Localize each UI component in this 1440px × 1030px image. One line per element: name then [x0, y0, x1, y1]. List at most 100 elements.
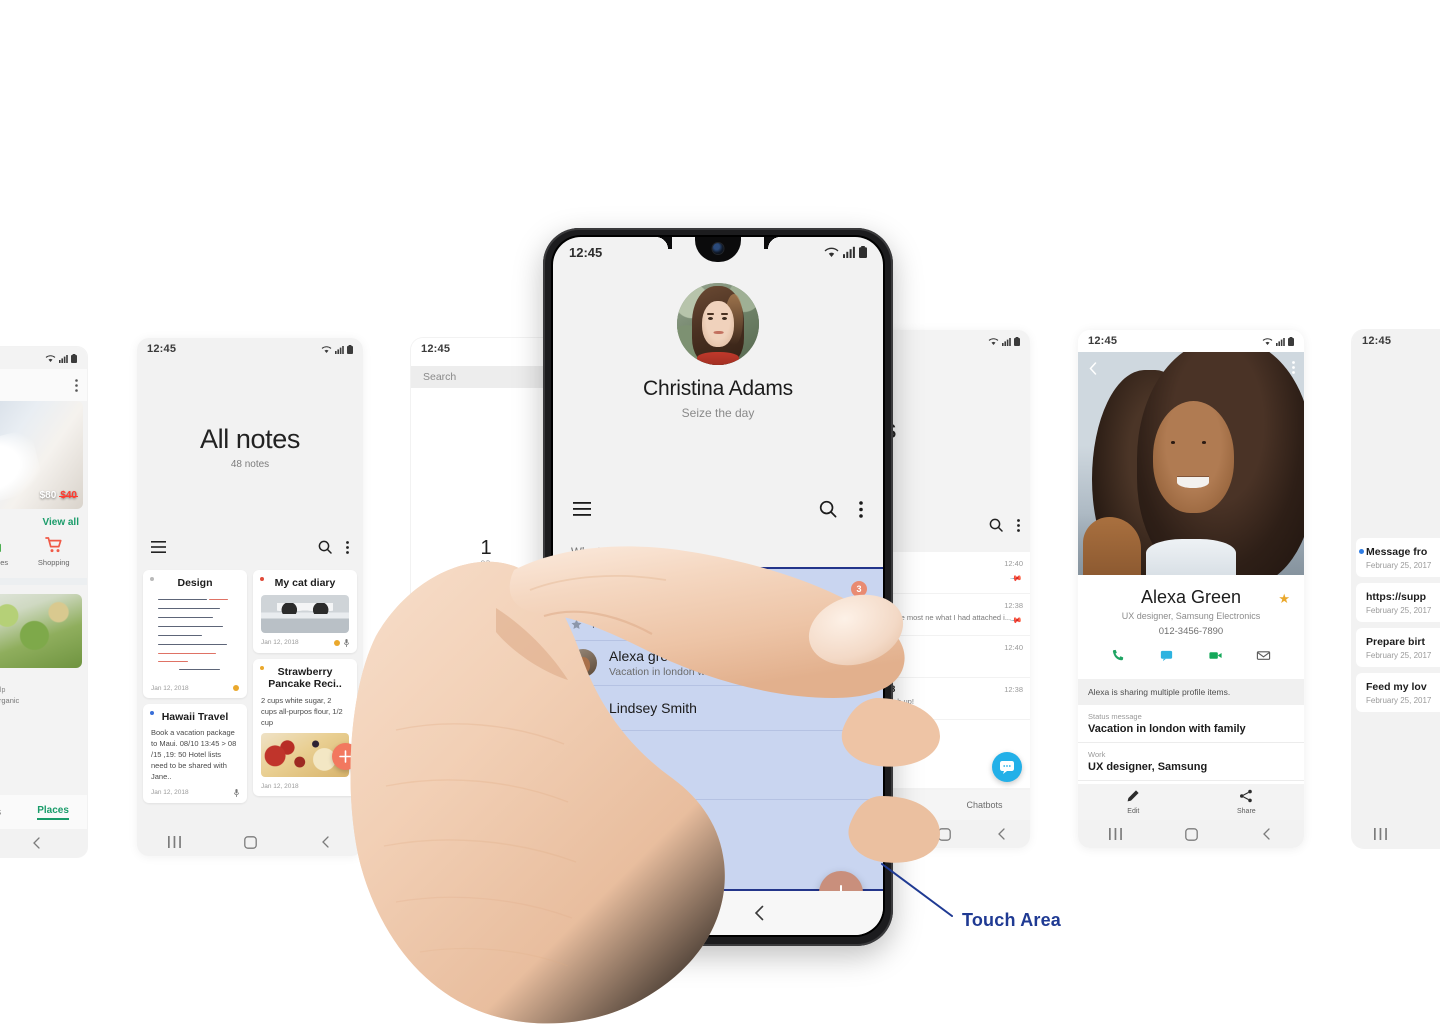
avatar[interactable]: [677, 283, 759, 365]
update-row[interactable]: Ahn martin and 2 more 3: [553, 569, 883, 609]
price-current: $80: [39, 490, 57, 501]
button-label: Edit: [1127, 808, 1140, 815]
recents-bars-icon[interactable]: [168, 836, 182, 848]
hamburger-menu-icon[interactable]: [151, 541, 166, 553]
new-message-fab[interactable]: [992, 752, 1022, 782]
sharing-note: Alexa is sharing multiple profile items.: [1078, 679, 1304, 705]
note-card[interactable]: My cat diary Jan 12, 2018: [253, 570, 357, 653]
reminder-item[interactable]: Prepare birt February 25, 2017: [1356, 628, 1440, 667]
more-vertical-icon[interactable]: [1017, 518, 1020, 532]
back-chevron-icon[interactable]: [996, 828, 1008, 840]
list-item[interactable]: Agatha: [553, 755, 883, 800]
restaurant-info[interactable]: en Pot (17) on Yelp n / $$ / Organic: [0, 668, 87, 705]
tab-contacts[interactable]: tacts: [0, 807, 1, 818]
shortcut-label: me ices: [0, 558, 9, 567]
handwriting-preview: [151, 595, 239, 679]
dialpad-key[interactable]: 1 QD: [411, 538, 561, 567]
chat-bubble-icon: [1000, 761, 1014, 774]
reminder-item[interactable]: https://supp February 25, 2017: [1356, 583, 1440, 622]
contact-field[interactable]: Work UX designer, Samsung: [1078, 743, 1304, 781]
list-item[interactable]: Alexa green Vacation in london with fami…: [553, 641, 883, 686]
back-chevron-icon[interactable]: [1261, 828, 1273, 840]
note-color-dot: [150, 710, 154, 715]
avatar-agatha: [569, 763, 597, 791]
wifi-icon: [45, 354, 56, 362]
back-chevron-icon[interactable]: [320, 836, 332, 848]
note-card[interactable]: Strawberry Pancake Reci.. 2 cups white s…: [253, 658, 359, 797]
more-vertical-icon[interactable]: [346, 540, 349, 554]
contact-statusbar: 12:45: [1078, 330, 1304, 352]
search-icon[interactable]: [318, 540, 332, 554]
list-item[interactable]: Lindsey Smith: [553, 686, 883, 731]
note-body: 2 cups white sugar, 2 cups all-purpos fl…: [261, 695, 343, 727]
reminder-date: February 25, 2017: [1366, 651, 1432, 660]
statusbar-icons: [45, 353, 77, 363]
home-square-icon[interactable]: [244, 835, 257, 849]
hamburger-menu-icon[interactable]: [573, 502, 591, 516]
recents-bars-icon[interactable]: [1374, 828, 1388, 840]
home-square-icon[interactable]: [938, 827, 951, 841]
dialpad: 1 QD 4 GHI: [411, 538, 561, 684]
home-square-icon[interactable]: [1185, 827, 1198, 841]
contact-bottom-bar: Edit Share: [1078, 784, 1304, 820]
section-whats-new: What's new: [571, 547, 631, 559]
recents-bars-icon[interactable]: [1109, 828, 1123, 840]
message-time: 12:40: [1004, 643, 1023, 652]
phone-call-icon[interactable]: [1111, 648, 1126, 668]
note-card[interactable]: Design Jan 12, 2018: [143, 570, 247, 698]
button-label: Share: [1236, 808, 1256, 815]
home-square-icon[interactable]: [668, 904, 687, 922]
dialer-screen: 12:45 Search 1 QD 4 GHI: [411, 338, 561, 848]
view-all-link[interactable]: View all: [0, 509, 87, 532]
contact-name-block: Alexa Green UX designer, Samsung Electro…: [1078, 587, 1304, 637]
shopping-tabs: tacts Places: [0, 795, 87, 829]
more-button[interactable]: [1292, 361, 1295, 379]
product-hero-image: $80 $40: [0, 401, 83, 509]
note-meta: Jan 12, 2018: [261, 638, 349, 647]
message-time: 12:40: [1004, 559, 1023, 568]
tab-chatbots[interactable]: Chatbots: [966, 800, 1002, 810]
star-filled-icon[interactable]: ★: [1278, 591, 1290, 607]
search-icon[interactable]: [819, 500, 837, 518]
dialer-statusbar: 12:45: [411, 338, 561, 360]
microphone-icon: [344, 638, 349, 647]
shopping-cart-icon: [31, 534, 77, 556]
back-chevron-icon[interactable]: [31, 837, 43, 849]
edit-button[interactable]: Edit: [1126, 789, 1140, 815]
scene-root: $80 $40 View all me ices: [0, 0, 1440, 1024]
shortcut-home-services[interactable]: me ices: [0, 534, 18, 568]
favorites-label: Favorites: [592, 618, 640, 631]
contact-name: Lindsey Smith: [609, 700, 697, 716]
shopping-card: $80 $40 View all me ices: [0, 401, 87, 705]
page-title: Christina Adams: [643, 377, 793, 400]
notes-column-right: My cat diary Jan 12, 2018 Strawberry Pan…: [253, 570, 359, 828]
search-input[interactable]: Search: [411, 366, 561, 388]
back-chevron-icon[interactable]: [752, 905, 768, 921]
contact-status: Vacation in london with family: [609, 666, 747, 678]
field-label: Work: [1088, 750, 1106, 759]
reminder-item[interactable]: Message fro February 25, 2017: [1356, 538, 1440, 577]
note-icons: [233, 685, 239, 692]
message-bubble-icon[interactable]: [1159, 648, 1174, 668]
avatar-lindsey: [569, 694, 597, 722]
contact-field[interactable]: Status message Vacation in london with f…: [1078, 705, 1304, 743]
back-button[interactable]: [1087, 362, 1100, 380]
more-vertical-icon: [1292, 361, 1295, 374]
reminder-item[interactable]: Feed my lov February 25, 2017: [1356, 673, 1440, 712]
dialpad-key[interactable]: 4 GHI: [411, 611, 561, 640]
more-vertical-icon[interactable]: [859, 500, 863, 518]
video-camera-icon[interactable]: [1208, 648, 1223, 668]
statusbar-icons: [321, 344, 353, 354]
tab-places[interactable]: Places: [37, 805, 69, 820]
note-card[interactable]: Hawaii Travel Book a vacation package to…: [143, 703, 247, 803]
share-button[interactable]: Share: [1237, 789, 1256, 815]
note-title: My cat diary: [274, 577, 336, 589]
reminders-screen: 12:45 Re 2 ov Message fro February 25, 2…: [1352, 330, 1440, 848]
notes-fab[interactable]: [332, 743, 359, 771]
touch-area-highlight: Ahn martin and 2 more 3 Favorites Alexa …: [553, 567, 883, 891]
shortcut-shopping[interactable]: Shopping: [31, 534, 77, 568]
search-icon[interactable]: [989, 518, 1003, 532]
tab-contacts[interactable]: tacts: [892, 800, 911, 810]
notes-count: 48 notes: [230, 459, 270, 470]
email-envelope-icon[interactable]: [1256, 648, 1271, 668]
